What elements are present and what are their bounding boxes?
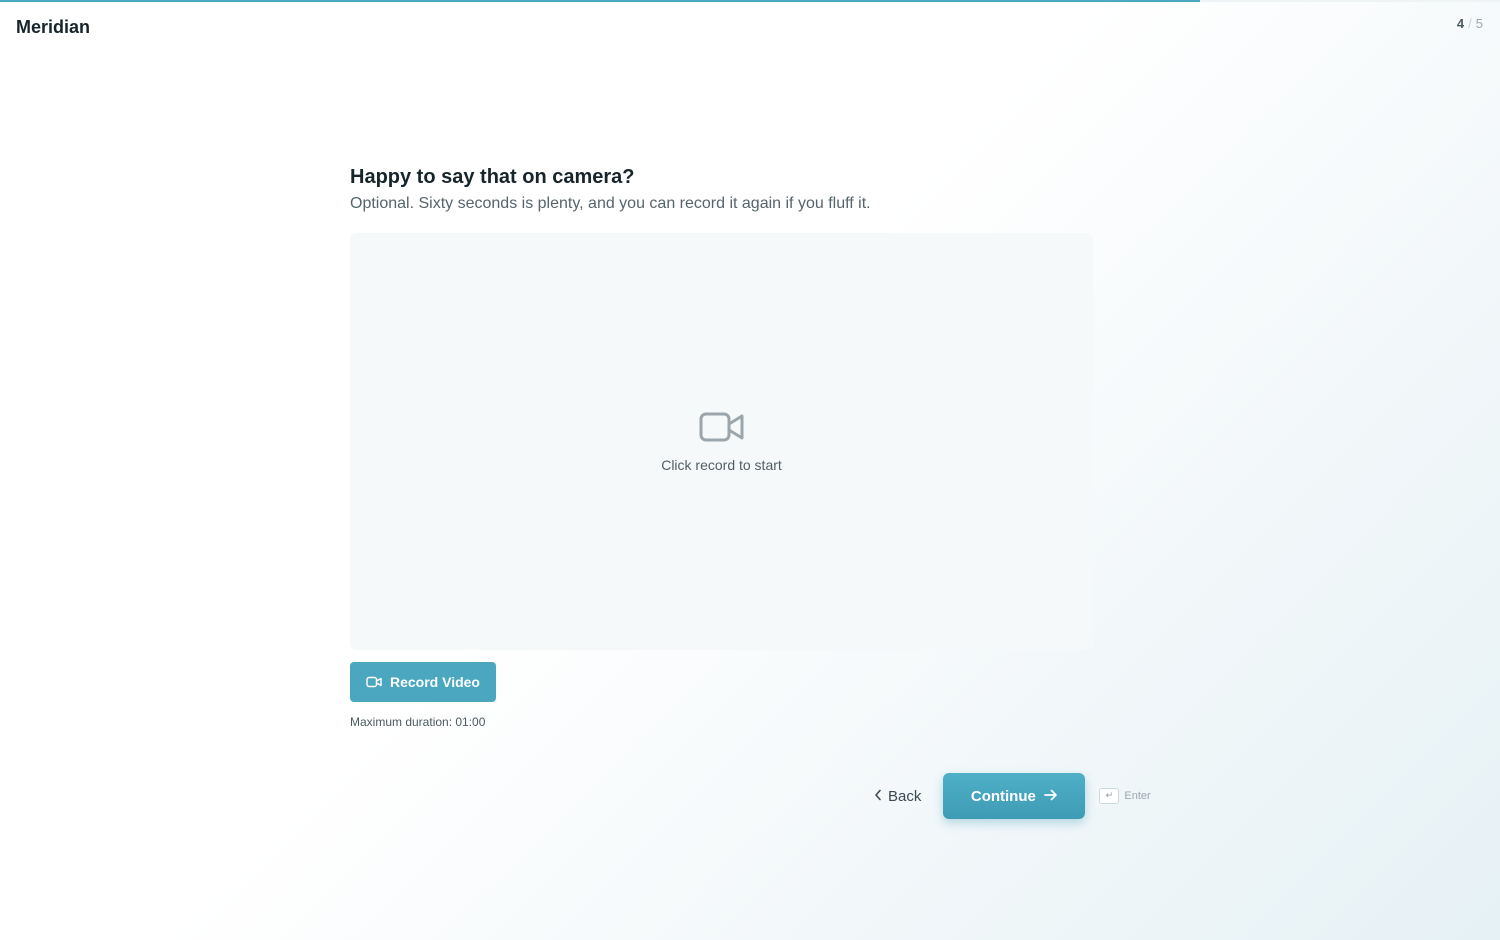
video-camera-icon xyxy=(699,411,745,443)
record-video-button[interactable]: Record Video xyxy=(350,662,496,702)
video-placeholder-text: Click record to start xyxy=(661,456,782,473)
progress-bar xyxy=(0,0,1500,2)
video-camera-icon xyxy=(366,676,382,688)
enter-key-hint: ↵ Enter xyxy=(1099,788,1151,804)
continue-button[interactable]: Continue xyxy=(943,773,1086,819)
step-current: 4 xyxy=(1456,16,1465,31)
back-button[interactable]: Back xyxy=(868,788,927,805)
navigation-row: Back Continue ↵ Enter xyxy=(868,773,1151,819)
continue-label: Continue xyxy=(970,787,1036,805)
progress-bar-fill xyxy=(0,0,1200,2)
brand-logo: Meridian xyxy=(16,17,91,37)
enter-hint-label: Enter xyxy=(1124,790,1151,802)
step-counter: 4/5 xyxy=(1457,16,1483,31)
step-separator: / xyxy=(1468,16,1472,31)
record-video-label: Record Video xyxy=(390,674,480,690)
chevron-left-icon xyxy=(874,788,882,805)
question-title: Happy to say that on camera? xyxy=(350,166,635,188)
enter-key-icon: ↵ xyxy=(1099,788,1120,804)
max-duration-text: Maximum duration: 01:00 xyxy=(350,715,486,729)
step-total: 5 xyxy=(1475,16,1483,31)
question-subtitle: Optional. Sixty seconds is plenty, and y… xyxy=(350,195,871,212)
back-label: Back xyxy=(888,787,922,805)
arrow-right-icon xyxy=(1044,788,1058,805)
question-header: Happy to say that on camera? Optional. S… xyxy=(350,164,1150,215)
video-preview-area: Click record to start xyxy=(350,233,1093,650)
